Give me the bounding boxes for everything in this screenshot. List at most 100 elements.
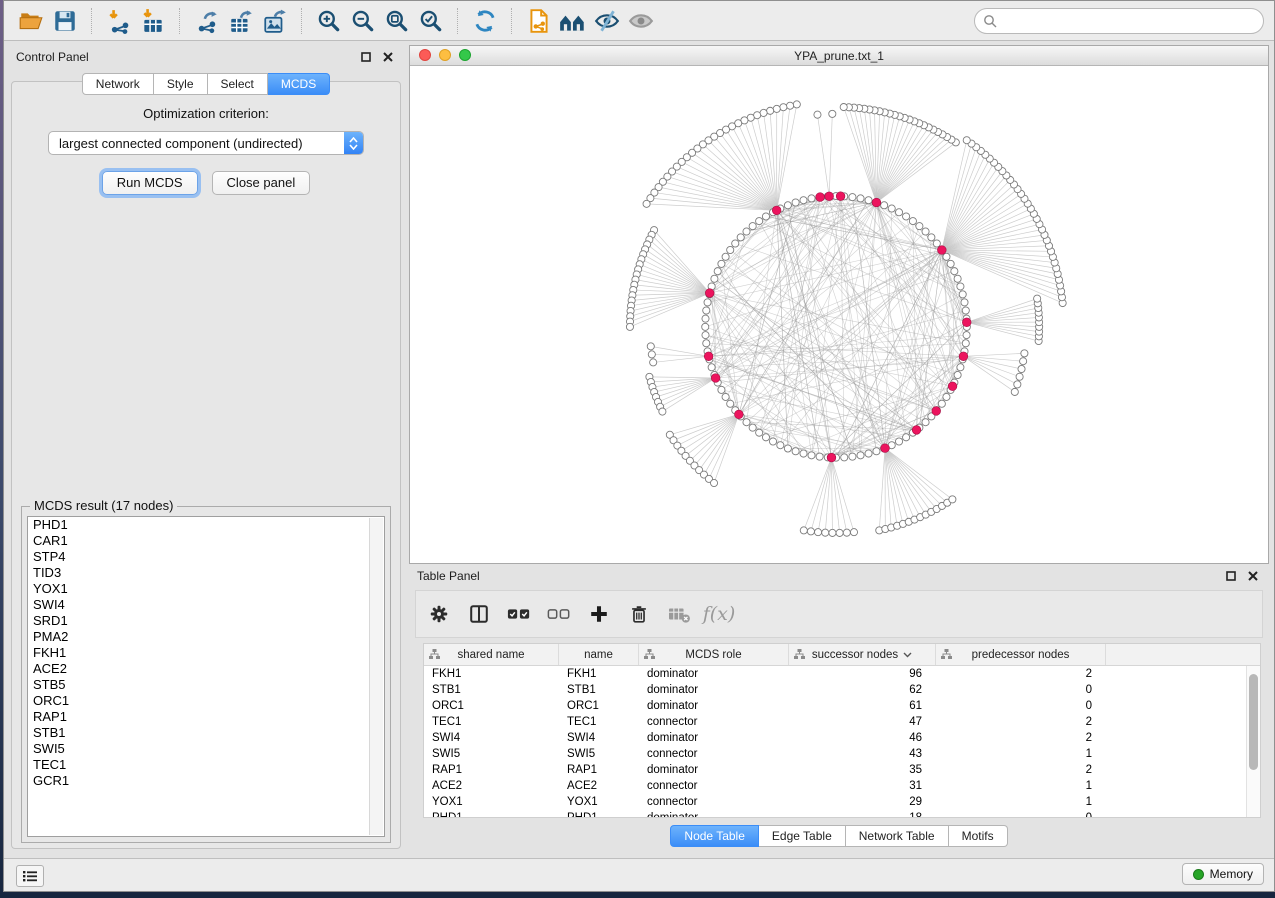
close-panel-icon[interactable] (1245, 568, 1261, 584)
ring-node[interactable] (963, 332, 970, 339)
ring-node[interactable] (849, 194, 856, 201)
ring-node[interactable] (895, 438, 902, 445)
gear-icon[interactable] (426, 601, 452, 627)
table-tab-edge-table[interactable]: Edge Table (759, 825, 846, 847)
ring-node[interactable] (865, 450, 872, 457)
zoom-out-icon[interactable] (346, 5, 380, 37)
add-icon[interactable] (586, 601, 612, 627)
mcds-hub-node[interactable] (836, 192, 845, 201)
leaf-node[interactable] (773, 105, 780, 112)
mcds-result-item[interactable]: ACE2 (28, 661, 384, 677)
leaf-node[interactable] (1020, 358, 1027, 365)
ring-node[interactable] (708, 364, 715, 371)
ring-node[interactable] (727, 246, 734, 253)
leaf-node[interactable] (840, 103, 847, 110)
mcds-result-item[interactable]: RAP1 (28, 709, 384, 725)
ring-node[interactable] (792, 199, 799, 206)
maximize-window-icon[interactable] (459, 49, 471, 61)
run-mcds-button[interactable]: Run MCDS (102, 171, 198, 195)
ring-node[interactable] (727, 400, 734, 407)
ring-node[interactable] (769, 438, 776, 445)
column-header-successor_nodes[interactable]: successor nodes (789, 644, 936, 665)
column-header-predecessor_nodes[interactable]: predecessor nodes (936, 644, 1106, 665)
leaf-node[interactable] (793, 101, 800, 108)
mcds-result-item[interactable]: STP4 (28, 549, 384, 565)
mcds-hub-node[interactable] (825, 192, 834, 201)
leaf-node[interactable] (807, 528, 814, 535)
import-table-icon[interactable] (136, 5, 170, 37)
ring-node[interactable] (957, 283, 964, 290)
ring-node[interactable] (808, 452, 815, 459)
mcds-hub-node[interactable] (912, 426, 921, 435)
zoom-in-icon[interactable] (312, 5, 346, 37)
ring-node[interactable] (922, 419, 929, 426)
ring-node[interactable] (711, 275, 718, 282)
ring-node[interactable] (903, 434, 910, 441)
leaf-node[interactable] (786, 102, 793, 109)
close-panel-icon[interactable] (380, 49, 396, 65)
search-input[interactable] (1002, 13, 1255, 29)
mcds-hub-node[interactable] (932, 407, 941, 416)
save-session-icon[interactable] (48, 5, 82, 37)
leaf-node[interactable] (1018, 365, 1025, 372)
leaf-node[interactable] (814, 111, 821, 118)
memory-button[interactable]: Memory (1182, 863, 1264, 885)
ring-node[interactable] (702, 332, 709, 339)
float-panel-icon[interactable] (1223, 568, 1239, 584)
ring-node[interactable] (816, 453, 823, 460)
mcds-hub-node[interactable] (881, 444, 890, 453)
table-tab-network-table[interactable]: Network Table (846, 825, 949, 847)
leaf-node[interactable] (1034, 295, 1041, 302)
mcds-hub-node[interactable] (705, 289, 714, 298)
mcds-hub-node[interactable] (959, 352, 968, 361)
ring-node[interactable] (947, 260, 954, 267)
ring-node[interactable] (916, 223, 923, 230)
leaf-node[interactable] (643, 200, 650, 207)
mcds-hub-node[interactable] (711, 374, 720, 383)
leaf-node[interactable] (1016, 373, 1023, 380)
leaf-node[interactable] (963, 137, 970, 144)
mcds-hub-node[interactable] (827, 453, 836, 462)
leaf-node[interactable] (850, 529, 857, 536)
show-all-icon[interactable] (624, 5, 658, 37)
columns-icon[interactable] (466, 601, 492, 627)
mcds-result-list[interactable]: PHD1CAR1STP4TID3YOX1SWI4SRD1PMA2FKH1ACE2… (27, 516, 385, 837)
table-row[interactable]: ACE2ACE2connector311 (424, 778, 1260, 794)
ring-node[interactable] (962, 307, 969, 314)
leaf-node[interactable] (829, 529, 836, 536)
mcds-hub-node[interactable] (704, 352, 713, 361)
ring-node[interactable] (703, 340, 710, 347)
table-tab-node-table[interactable]: Node Table (670, 825, 759, 847)
table-row[interactable]: FKH1FKH1dominator962 (424, 666, 1260, 682)
table-tab-motifs[interactable]: Motifs (949, 825, 1008, 847)
ring-node[interactable] (873, 448, 880, 455)
ring-node[interactable] (808, 195, 815, 202)
import-network-icon[interactable] (102, 5, 136, 37)
table-row[interactable]: YOX1YOX1connector291 (424, 794, 1260, 810)
ring-node[interactable] (718, 386, 725, 393)
ring-node[interactable] (841, 454, 848, 461)
mcds-result-item[interactable]: TEC1 (28, 757, 384, 773)
ring-node[interactable] (959, 291, 966, 298)
leaf-node[interactable] (800, 527, 807, 534)
ring-node[interactable] (943, 253, 950, 260)
leaf-node[interactable] (1011, 388, 1018, 395)
first-neighbors-icon[interactable] (556, 5, 590, 37)
leaf-node[interactable] (780, 104, 787, 111)
column-header-mcds_role[interactable]: MCDS role (639, 644, 789, 665)
ring-node[interactable] (962, 340, 969, 347)
task-list-icon[interactable] (16, 865, 44, 887)
mcds-result-item[interactable]: YOX1 (28, 581, 384, 597)
leaf-node[interactable] (949, 496, 956, 503)
ring-node[interactable] (895, 209, 902, 216)
leaf-node[interactable] (650, 359, 657, 366)
ring-node[interactable] (749, 223, 756, 230)
mcds-result-item[interactable]: SWI5 (28, 741, 384, 757)
new-network-from-selection-icon[interactable] (522, 5, 556, 37)
ring-node[interactable] (756, 218, 763, 225)
tab-network[interactable]: Network (82, 73, 154, 95)
leaf-node[interactable] (843, 529, 850, 536)
ring-node[interactable] (933, 240, 940, 247)
ring-node[interactable] (702, 315, 709, 322)
ring-node[interactable] (749, 424, 756, 431)
